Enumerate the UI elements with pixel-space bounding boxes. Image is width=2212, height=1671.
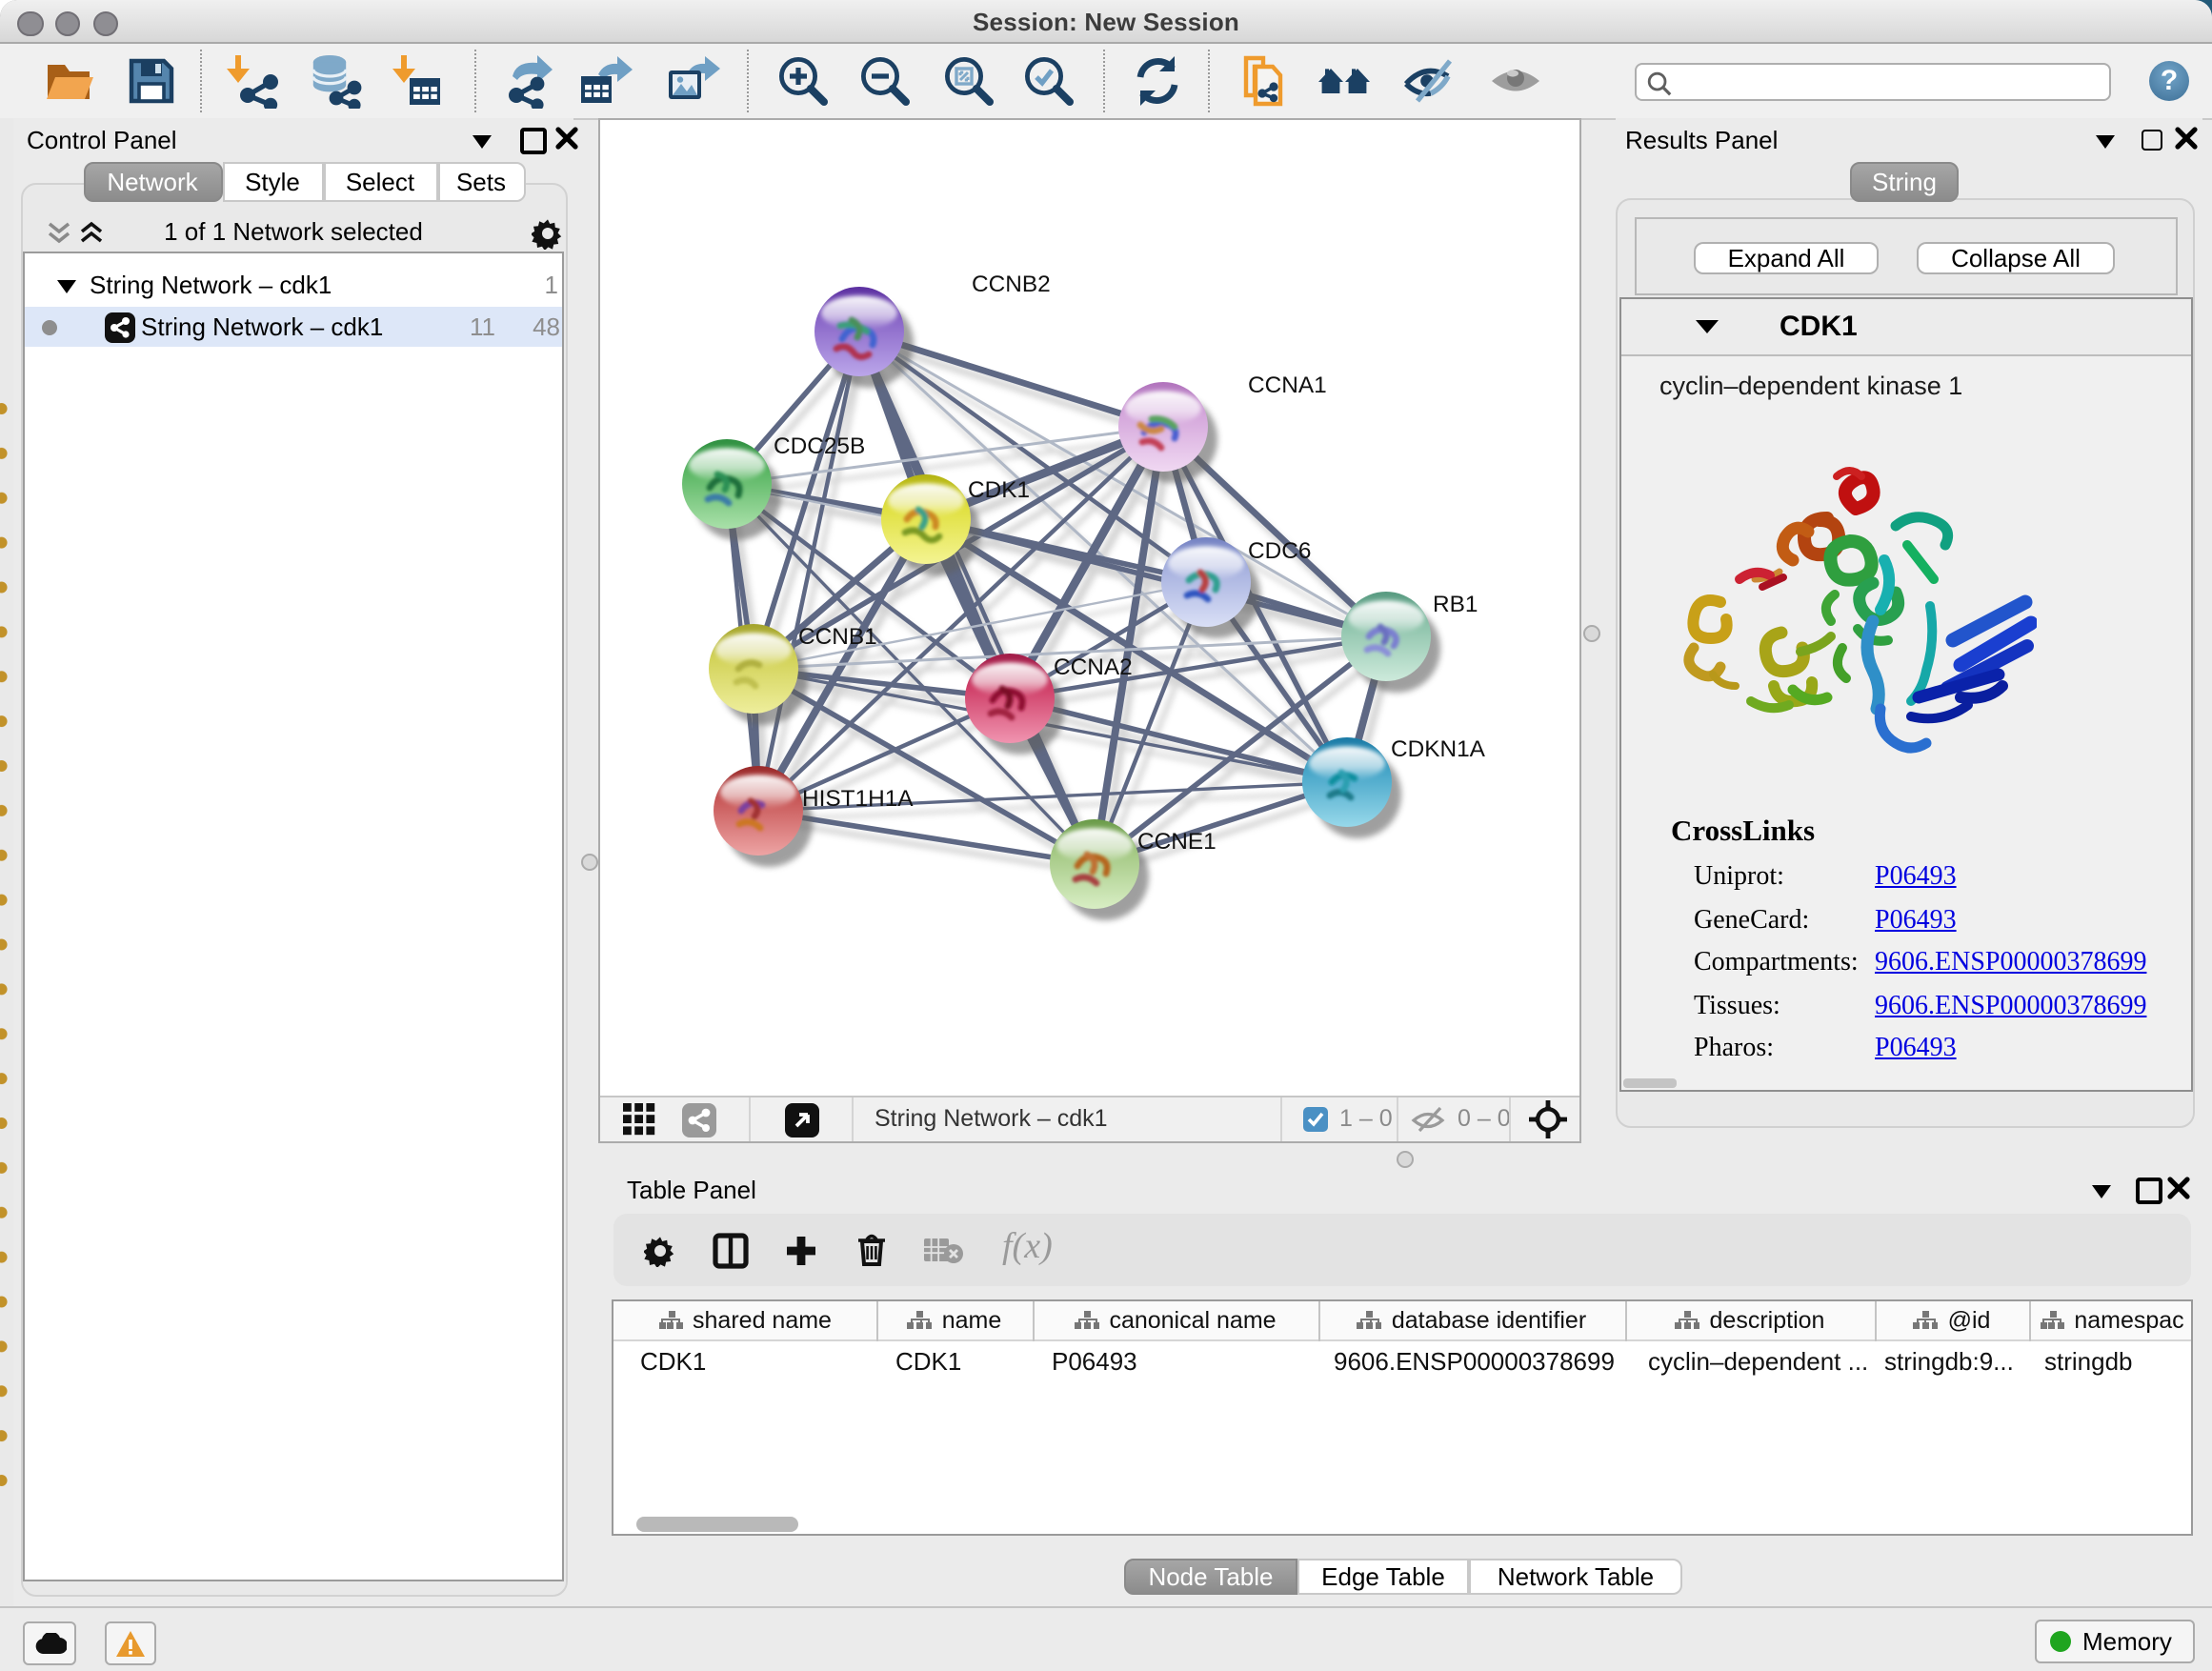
svg-text:CCNB2: CCNB2 [972,272,1051,297]
svg-text:CDKN1A: CDKN1A [1391,736,1486,762]
svg-text:HIST1H1A: HIST1H1A [802,786,914,812]
svg-text:CCNA2: CCNA2 [1054,654,1133,680]
svg-text:CDC6: CDC6 [1248,538,1311,564]
svg-text:CDK1: CDK1 [968,477,1030,503]
svg-text:CCNE1: CCNE1 [1137,829,1217,855]
svg-text:RB1: RB1 [1433,592,1478,617]
svg-text:CDC25B: CDC25B [774,433,865,459]
svg-text:CCNA1: CCNA1 [1248,372,1327,398]
svg-text:CCNB1: CCNB1 [798,624,877,650]
